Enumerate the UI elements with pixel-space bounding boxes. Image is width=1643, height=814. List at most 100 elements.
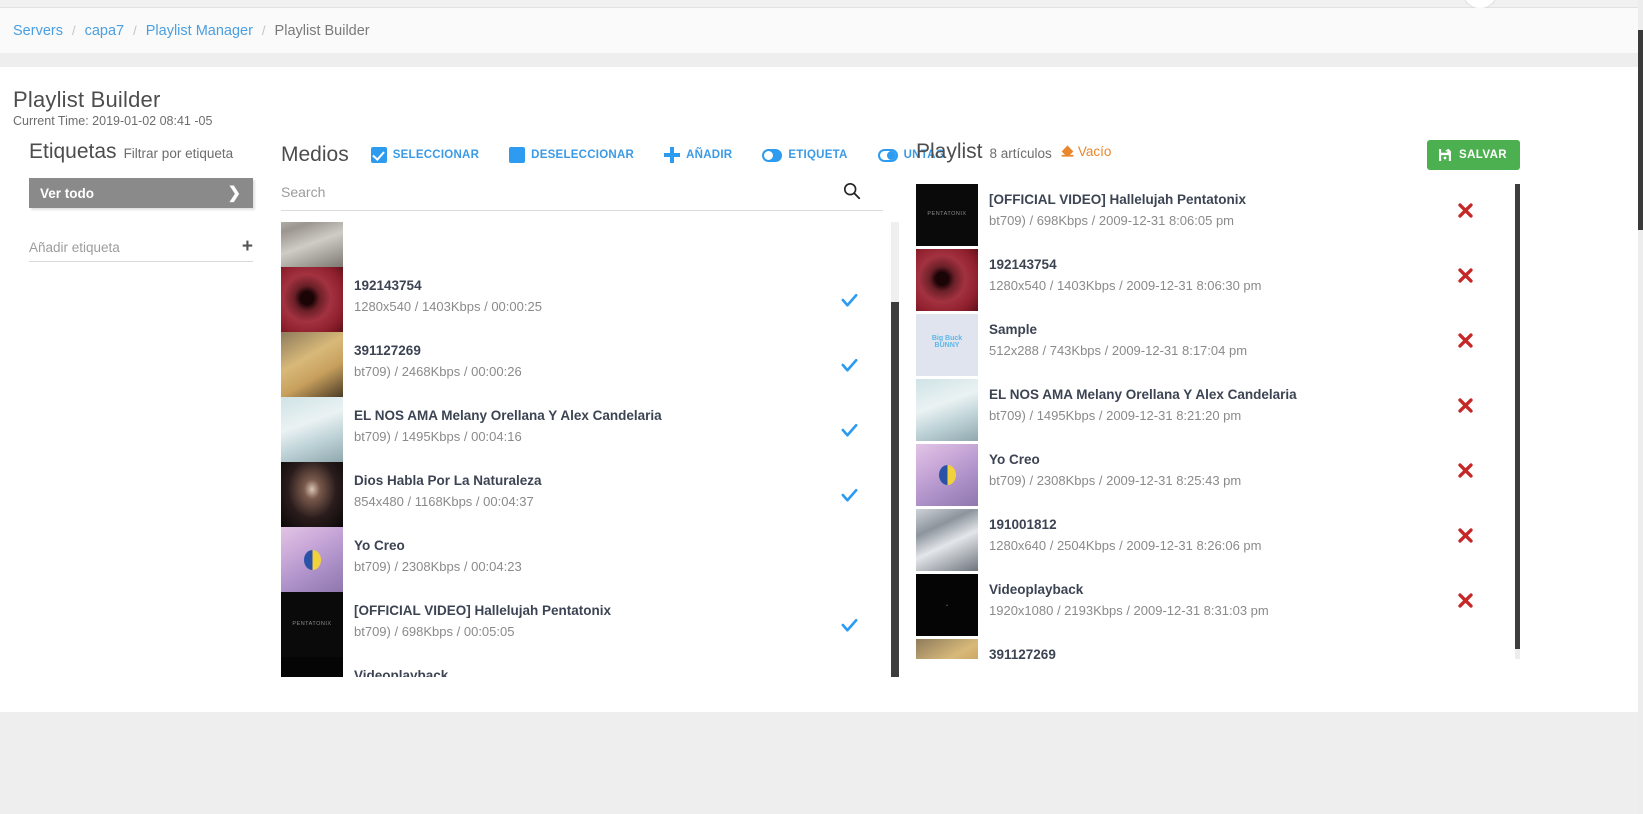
toggle-on-icon xyxy=(762,149,782,162)
playlist-item-meta: bt709) / 2308Kbps / 2009-12-31 8:25:43 p… xyxy=(989,473,1516,488)
chevron-right-icon: ❯ xyxy=(228,183,241,203)
remove-item-icon[interactable] xyxy=(1457,332,1474,349)
remove-item-icon[interactable] xyxy=(1457,462,1474,479)
media-toolbar-deseleccionar[interactable]: DESELECCIONAR xyxy=(509,147,634,163)
remove-item-icon[interactable] xyxy=(1457,397,1474,414)
playlist-item-thumbnail xyxy=(916,184,978,246)
add-tag-plus-icon[interactable]: + xyxy=(242,238,253,255)
playlist-item[interactable]: 1921437541280x540 / 1403Kbps / 2009-12-3… xyxy=(916,249,1516,314)
media-list-item[interactable]: Dios Habla Por La Naturaleza854x480 / 11… xyxy=(281,462,883,527)
media-item-text: Yo Creobt709) / 2308Kbps / 00:04:23 xyxy=(354,527,883,574)
breadcrumb-separator: / xyxy=(133,23,137,38)
tag-filter-view-all[interactable]: Ver todo ❯ xyxy=(29,178,253,208)
playlist-scrollbar-thumb[interactable] xyxy=(1515,184,1520,649)
playlist-item-meta: 1920x1080 / 2193Kbps / 2009-12-31 8:31:0… xyxy=(989,603,1516,618)
playlist-empty-button[interactable]: Vacío xyxy=(1060,144,1112,159)
playlist-list[interactable]: [OFFICIAL VIDEO] Hallelujah Pentatonixbt… xyxy=(916,184,1536,659)
media-toolbar-label: AÑADIR xyxy=(686,149,732,161)
tags-header: Etiquetas Filtrar por etiqueta xyxy=(13,140,271,164)
playlist-item-thumbnail xyxy=(916,444,978,506)
tags-subheading: Filtrar por etiqueta xyxy=(124,146,234,161)
media-item-title: [OFFICIAL VIDEO] Hallelujah Pentatonix xyxy=(354,603,883,620)
remove-item-icon[interactable] xyxy=(1457,527,1474,544)
media-scrollbar-thumb[interactable] xyxy=(891,302,899,677)
plus-icon xyxy=(664,147,680,163)
media-list-item[interactable]: Videoplayback1920x1080 / 2193Kbps / 00:0… xyxy=(281,657,883,677)
media-thumbnail xyxy=(281,592,343,657)
media-heading: Medios xyxy=(281,143,349,167)
breadcrumb-separator: / xyxy=(72,23,76,38)
breadcrumb-item-servers[interactable]: Servers xyxy=(13,23,63,39)
playlist-item[interactable]: Videoplayback1920x1080 / 2193Kbps / 2009… xyxy=(916,574,1516,639)
playlist-item[interactable]: 391127269 xyxy=(916,639,1516,659)
playlist-item[interactable]: Sample512x288 / 743Kbps / 2009-12-31 8:1… xyxy=(916,314,1516,379)
playlist-item[interactable]: 1910018121280x640 / 2504Kbps / 2009-12-3… xyxy=(916,509,1516,574)
breadcrumb-item-playlist-manager[interactable]: Playlist Manager xyxy=(146,23,253,39)
media-toolbar-label: SELECCIONAR xyxy=(393,149,479,161)
playlist-item-title: Sample xyxy=(989,322,1516,339)
remove-item-icon[interactable] xyxy=(1457,267,1474,284)
playlist-item[interactable]: EL NOS AMA Melany Orellana Y Alex Candel… xyxy=(916,379,1516,444)
save-button-label: SALVAR xyxy=(1459,149,1507,161)
tags-heading: Etiquetas xyxy=(29,140,117,164)
playlist-item-thumbnail xyxy=(916,639,978,659)
add-tag-row: + xyxy=(29,238,253,262)
search-icon[interactable] xyxy=(843,182,861,200)
playlist-item-meta: 1280x640 / 2504Kbps / 2009-12-31 8:26:06… xyxy=(989,538,1516,553)
media-header: Medios SELECCIONAR DESELECCIONAR AÑADIR ETI… xyxy=(281,140,901,170)
media-list-item[interactable]: 391127269bt709) / 2468Kbps / 00:00:26 xyxy=(281,332,883,397)
media-list-item[interactable]: Yo Creobt709) / 2308Kbps / 00:04:23 xyxy=(281,527,883,592)
remove-item-icon[interactable] xyxy=(1457,202,1474,219)
media-item-title: 391127269 xyxy=(354,343,883,360)
page-scrollbar-track[interactable] xyxy=(1638,0,1643,814)
selected-check-icon[interactable] xyxy=(840,421,859,440)
media-item-meta: bt709) / 2308Kbps / 00:04:23 xyxy=(354,559,883,574)
media-item-text: [OFFICIAL VIDEO] Hallelujah Pentatonixbt… xyxy=(354,592,883,639)
playlist-item-thumbnail xyxy=(916,379,978,441)
playlist-item-title: 391127269 xyxy=(989,647,1516,659)
breadcrumb-item-capa7[interactable]: capa7 xyxy=(85,23,125,39)
playlist-item-title: EL NOS AMA Melany Orellana Y Alex Candel… xyxy=(989,387,1516,404)
selected-check-icon[interactable] xyxy=(840,616,859,635)
media-toolbar-etiqueta[interactable]: ETIQUETA xyxy=(762,149,847,162)
media-item-text: EL NOS AMA Melany Orellana Y Alex Candel… xyxy=(354,397,883,444)
media-list[interactable]: 1921437541280x540 / 1403Kbps / 00:00:253… xyxy=(281,222,901,677)
playlist-item-title: 192143754 xyxy=(989,257,1516,274)
selected-check-icon[interactable] xyxy=(840,356,859,375)
playlist-item[interactable]: [OFFICIAL VIDEO] Hallelujah Pentatonixbt… xyxy=(916,184,1516,249)
media-toolbar-seleccionar[interactable]: SELECCIONAR xyxy=(371,147,479,163)
playlist-item[interactable]: Yo Creobt709) / 2308Kbps / 2009-12-31 8:… xyxy=(916,444,1516,509)
page-scrollbar-thumb[interactable] xyxy=(1638,30,1643,230)
selected-check-icon[interactable] xyxy=(840,291,859,310)
media-thumbnail xyxy=(281,222,343,267)
playlist-item-thumbnail xyxy=(916,314,978,376)
save-button[interactable]: SALVAR xyxy=(1427,140,1520,170)
media-list-item[interactable]: EL NOS AMA Melany Orellana Y Alex Candel… xyxy=(281,397,883,462)
playlist-heading: Playlist xyxy=(916,140,983,164)
media-item-text: Videoplayback1920x1080 / 2193Kbps / 00:0… xyxy=(354,657,883,677)
filled-square-icon xyxy=(509,147,525,163)
playlist-item-text: EL NOS AMA Melany Orellana Y Alex Candel… xyxy=(989,379,1516,423)
selected-check-icon[interactable] xyxy=(840,486,859,505)
page-footer-area xyxy=(0,712,1638,814)
media-list-item[interactable]: [OFFICIAL VIDEO] Hallelujah Pentatonixbt… xyxy=(281,592,883,657)
search-input[interactable] xyxy=(281,184,841,200)
tags-panel: Etiquetas Filtrar por etiqueta Ver todo … xyxy=(13,140,271,262)
media-list-item[interactable] xyxy=(281,222,883,267)
media-toolbar-label: ETIQUETA xyxy=(788,149,847,161)
main-card: Playlist Builder Current Time: 2019-01-0… xyxy=(0,67,1638,712)
media-thumbnail xyxy=(281,332,343,397)
media-search xyxy=(281,184,883,211)
media-toolbar-añadir[interactable]: AÑADIR xyxy=(664,147,732,163)
media-item-title: 192143754 xyxy=(354,278,883,295)
checked-checkbox-icon xyxy=(371,147,387,163)
playlist-item-text: 391127269 xyxy=(989,639,1516,659)
media-panel: Medios SELECCIONAR DESELECCIONAR AÑADIR ETI… xyxy=(281,140,901,677)
eraser-icon xyxy=(1060,144,1075,158)
playlist-item-text: Sample512x288 / 743Kbps / 2009-12-31 8:1… xyxy=(989,314,1516,358)
remove-item-icon[interactable] xyxy=(1457,592,1474,609)
media-item-text: 391127269bt709) / 2468Kbps / 00:00:26 xyxy=(354,332,883,379)
media-thumbnail xyxy=(281,657,343,677)
media-list-item[interactable]: 1921437541280x540 / 1403Kbps / 00:00:25 xyxy=(281,267,883,332)
add-tag-input[interactable] xyxy=(29,240,209,255)
